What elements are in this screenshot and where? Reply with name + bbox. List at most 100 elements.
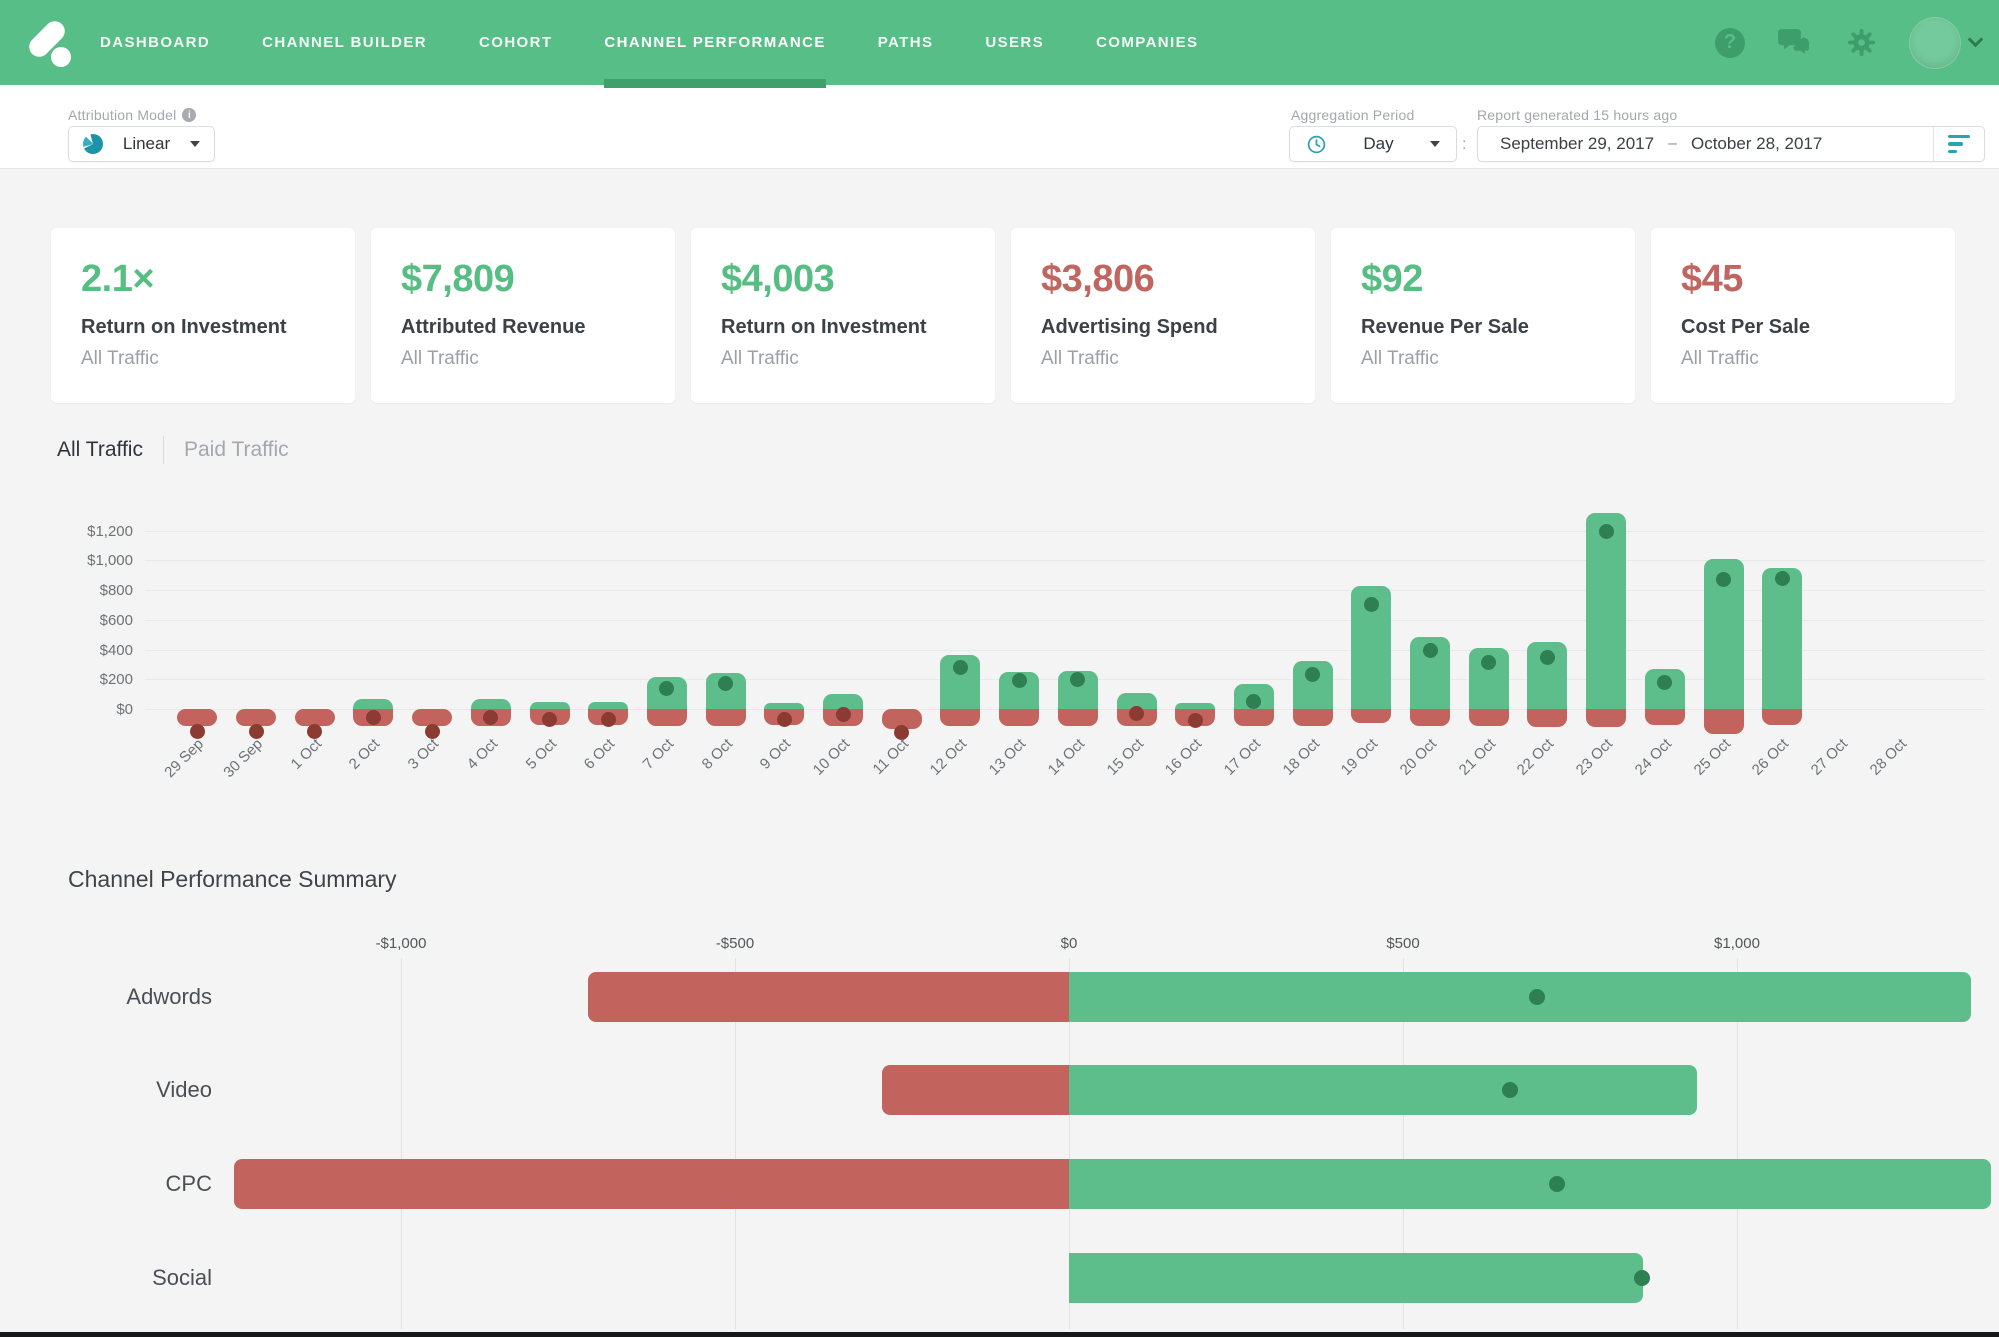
profit-dot[interactable]	[483, 710, 498, 725]
info-icon[interactable]	[182, 108, 196, 122]
profit-dot[interactable]	[1657, 675, 1672, 690]
profit-dot[interactable]	[777, 712, 792, 727]
profit-dot[interactable]	[1129, 706, 1144, 721]
bar-revenue[interactable]	[1069, 972, 1971, 1022]
profit-dot[interactable]	[601, 712, 616, 727]
bar-spend[interactable]	[1704, 709, 1744, 734]
channel-label: CPC	[32, 1171, 212, 1197]
bar-revenue[interactable]	[1069, 1253, 1643, 1303]
attribution-model-select[interactable]: Linear	[68, 126, 215, 162]
kpi-value: $92	[1361, 258, 1625, 301]
profit-dot[interactable]	[1775, 571, 1790, 586]
kpi-card: 2.1×Return on InvestmentAll Traffic	[51, 228, 355, 403]
bar-revenue[interactable]	[1069, 1065, 1697, 1115]
kpi-subtitle: All Traffic	[1681, 348, 1945, 370]
attribution-logo-icon[interactable]	[24, 16, 80, 70]
profit-dot[interactable]	[1634, 1270, 1650, 1286]
date-range-picker[interactable]: September 29, 2017 – October 28, 2017	[1477, 126, 1985, 162]
bar-spend[interactable]	[1527, 709, 1567, 727]
x-axis-label: $1,000	[1714, 935, 1760, 952]
nav-tab-dashboard[interactable]: DASHBOARD	[100, 0, 210, 85]
x-axis-label: -$1,000	[376, 935, 427, 952]
profit-dot[interactable]	[1502, 1082, 1518, 1098]
x-axis-label: 16 Oct	[1144, 735, 1206, 797]
x-axis-label: 18 Oct	[1261, 735, 1323, 797]
nav-tab-channel-builder[interactable]: CHANNEL BUILDER	[262, 0, 427, 85]
profit-dot[interactable]	[1529, 989, 1545, 1005]
logo-ball-shape	[51, 47, 71, 67]
profit-dot[interactable]	[1423, 643, 1438, 658]
channel-label: Social	[32, 1265, 212, 1291]
profit-dot[interactable]	[1188, 713, 1203, 728]
kpi-value: $3,806	[1041, 258, 1305, 301]
y-axis-label: $800	[38, 582, 133, 599]
x-axis-label: 25 Oct	[1672, 735, 1734, 797]
aggregation-period-select[interactable]: Day	[1289, 126, 1457, 162]
nav-right-icons	[1715, 0, 1981, 85]
bar-spend[interactable]	[706, 709, 746, 726]
nav-tab-users[interactable]: USERS	[985, 0, 1044, 85]
y-axis-label: $200	[38, 671, 133, 688]
x-axis-label: 9 Oct	[733, 735, 795, 797]
bar-spend[interactable]	[940, 709, 980, 726]
bar-revenue[interactable]	[1762, 568, 1802, 709]
bar-spend[interactable]	[1586, 709, 1626, 727]
bar-spend[interactable]	[1058, 709, 1098, 726]
profit-dot[interactable]	[836, 707, 851, 722]
profit-dot[interactable]	[425, 724, 440, 739]
nav-tabs: DASHBOARD CHANNEL BUILDER COHORT CHANNEL PE…	[100, 0, 1198, 85]
kpi-subtitle: All Traffic	[401, 348, 665, 370]
bar-spend[interactable]	[1762, 709, 1802, 725]
profit-dot[interactable]	[1012, 673, 1027, 688]
nav-tab-paths[interactable]: PATHS	[878, 0, 934, 85]
tab-paid-traffic[interactable]: Paid Traffic	[184, 438, 289, 462]
kpi-card: $4,003Return on InvestmentAll Traffic	[691, 228, 995, 403]
bar-revenue[interactable]	[1069, 1159, 1991, 1209]
bar-spend[interactable]	[1293, 709, 1333, 726]
profit-dot[interactable]	[953, 660, 968, 675]
nav-tab-companies[interactable]: COMPANIES	[1096, 0, 1198, 85]
bar-spend[interactable]	[1645, 709, 1685, 725]
bar-spend[interactable]	[999, 709, 1039, 726]
nav-tab-cohort[interactable]: COHORT	[479, 0, 552, 85]
chevron-down-icon	[1968, 32, 1984, 48]
avatar[interactable]	[1910, 18, 1960, 68]
nav-tab-channel-performance[interactable]: CHANNEL PERFORMANCE	[604, 0, 825, 85]
date-range-separator: –	[1668, 135, 1677, 153]
settings-icon[interactable]	[1845, 26, 1878, 59]
summary-chart: -$1,000-$500$0$500$1,000AdwordsVideoCPCS…	[0, 930, 1999, 1332]
help-icon[interactable]	[1715, 28, 1745, 58]
bar-spend[interactable]	[234, 1159, 1069, 1209]
tab-all-traffic[interactable]: All Traffic	[57, 438, 143, 462]
messages-icon[interactable]	[1777, 26, 1813, 60]
filter-lines-icon[interactable]	[1948, 135, 1972, 154]
kpi-cards: 2.1×Return on InvestmentAll Traffic$7,80…	[51, 228, 1955, 403]
bar-spend[interactable]	[882, 1065, 1069, 1115]
bar-revenue[interactable]	[530, 702, 570, 709]
bar-spend[interactable]	[1234, 709, 1274, 726]
traffic-tabs: All Traffic Paid Traffic	[57, 436, 289, 464]
bar-spend[interactable]	[1351, 709, 1391, 723]
y-axis-label: $1,000	[38, 552, 133, 569]
bar-spend[interactable]	[1469, 709, 1509, 726]
bar-revenue[interactable]	[353, 699, 393, 709]
profit-dot[interactable]	[542, 712, 557, 727]
bar-revenue[interactable]	[1586, 513, 1626, 709]
bar-spend[interactable]	[588, 972, 1069, 1022]
tab-divider	[163, 436, 164, 464]
date-range-start: September 29, 2017	[1500, 134, 1654, 154]
bar-revenue[interactable]	[471, 699, 511, 709]
bar-spend[interactable]	[1410, 709, 1450, 726]
y-axis-label: $600	[38, 612, 133, 629]
bar-revenue[interactable]	[588, 702, 628, 709]
kpi-value: $4,003	[721, 258, 985, 301]
kpi-subtitle: All Traffic	[721, 348, 985, 370]
x-axis-label: $0	[1061, 935, 1078, 952]
profit-dot[interactable]	[1549, 1176, 1565, 1192]
user-menu[interactable]	[1910, 18, 1981, 68]
x-axis-label: 24 Oct	[1613, 735, 1675, 797]
attribution-model-label-text: Attribution Model	[68, 107, 176, 123]
bar-spend[interactable]	[647, 709, 687, 726]
y-axis-label: $400	[38, 642, 133, 659]
clock-icon	[1306, 134, 1327, 155]
